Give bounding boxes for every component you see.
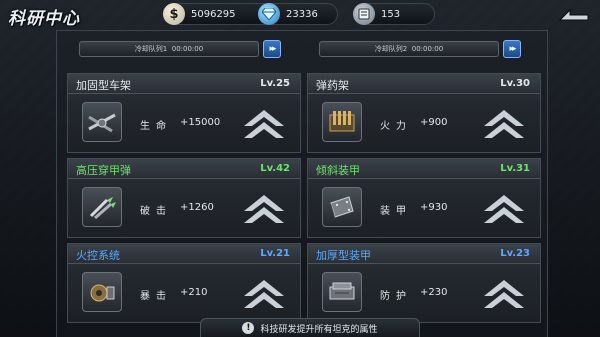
upgrade-chevrons-icon	[484, 110, 524, 138]
tech-card-header: 弹药架 Lv.30	[308, 74, 540, 94]
stat-value: +930	[420, 202, 448, 213]
cooldown-queue-1-speedup-button[interactable]: ▸▸	[263, 40, 281, 58]
diamond-counter[interactable]: 23336	[258, 3, 338, 25]
ap-shell-icon	[82, 187, 122, 227]
diamond-icon	[258, 3, 280, 25]
stat-value: +15000	[180, 117, 221, 128]
tech-name: 加固型车架	[76, 79, 131, 92]
tech-name: 加厚型装甲	[316, 249, 371, 262]
upgrade-button[interactable]	[480, 189, 528, 227]
info-tip-text: 科技研发提升所有坦克的属性	[260, 324, 378, 335]
upgrade-button[interactable]	[240, 104, 288, 142]
cooldown-queue-2-speedup-button[interactable]: ▸▸	[503, 40, 521, 58]
diamond-value: 23336	[286, 8, 318, 20]
tech-level: Lv.30	[500, 78, 530, 89]
stat-value: +210	[180, 287, 208, 298]
fast-forward-icon: ▸▸	[509, 44, 516, 54]
upgrade-chevrons-icon	[484, 280, 524, 308]
tech-card-header: 倾斜装甲 Lv.31	[308, 159, 540, 179]
page-title: 科研中心	[8, 9, 80, 29]
back-button[interactable]	[558, 6, 592, 26]
tech-book-icon	[353, 3, 375, 25]
cooldown-queue-2-label: 冷却队列2	[374, 45, 408, 53]
tech-card-ammo-rack[interactable]: 弹药架 Lv.30 火力 +900	[307, 73, 541, 153]
cooldown-queue-1-label: 冷却队列1	[134, 45, 168, 53]
tech-level: Lv.25	[260, 78, 290, 89]
tech-level: Lv.21	[260, 248, 290, 259]
stat-label: 生命	[140, 121, 172, 132]
cooldown-queue-2-bar: 冷却队列2 00:00:00	[319, 41, 499, 57]
upgrade-button[interactable]	[240, 189, 288, 227]
stat-label: 装甲	[380, 206, 412, 217]
upgrade-chevrons-icon	[484, 195, 524, 223]
tech-card-header: 加固型车架 Lv.25	[68, 74, 300, 94]
sloped-armor-icon	[322, 187, 362, 227]
stat-label: 火力	[380, 121, 412, 132]
upgrade-button[interactable]	[480, 104, 528, 142]
stat-label: 暴击	[140, 291, 172, 302]
tech-name: 倾斜装甲	[316, 164, 360, 177]
upgrade-chevrons-icon	[244, 280, 284, 308]
tech-card-header: 高压穿甲弹 Lv.42	[68, 159, 300, 179]
info-tip-bar: ! 科技研发提升所有坦克的属性	[200, 318, 420, 337]
stat-label: 破击	[140, 206, 172, 217]
fast-forward-icon: ▸▸	[269, 44, 276, 54]
cooldown-queue-1: 冷却队列1 00:00:00 ▸▸	[79, 39, 281, 59]
tech-card-header: 加厚型装甲 Lv.23	[308, 244, 540, 264]
tech-card-sloped-armor[interactable]: 倾斜装甲 Lv.31 装甲 +930	[307, 158, 541, 238]
tech-card-thick-armor[interactable]: 加厚型装甲 Lv.23 防护 +230	[307, 243, 541, 323]
cooldown-queue-1-time: 00:00:00	[171, 45, 204, 53]
cooldown-queue-2-time: 00:00:00	[411, 45, 444, 53]
tech-name: 弹药架	[316, 79, 349, 92]
tech-card-fire-control[interactable]: 火控系统 Lv.21 暴击 +210	[67, 243, 301, 323]
stat-value: +230	[420, 287, 448, 298]
tech-level: Lv.42	[260, 163, 290, 174]
tech-card-ap-shell[interactable]: 高压穿甲弹 Lv.42 破击 +1260	[67, 158, 301, 238]
tech-level: Lv.23	[500, 248, 530, 259]
back-arrow-icon	[558, 8, 589, 21]
upgrade-button[interactable]	[240, 274, 288, 312]
upgrade-chevrons-icon	[244, 195, 284, 223]
stat-value: +900	[420, 117, 448, 128]
thick-armor-icon	[322, 272, 362, 312]
research-panel: 冷却队列1 00:00:00 ▸▸ 冷却队列2 00:00:00 ▸▸ 加固型车…	[56, 30, 548, 337]
gold-coin-icon: $	[163, 3, 185, 25]
cooldown-queue-1-bar: 冷却队列1 00:00:00	[79, 41, 259, 57]
ammo-rack-icon	[322, 102, 362, 142]
cooldown-queue-2: 冷却队列2 00:00:00 ▸▸	[319, 39, 521, 59]
chassis-icon	[82, 102, 122, 142]
tech-book-value: 153	[381, 8, 401, 20]
tech-name: 火控系统	[76, 249, 120, 262]
fire-control-icon	[82, 272, 122, 312]
tech-name: 高压穿甲弹	[76, 164, 131, 177]
gold-value: 5096295	[191, 8, 236, 20]
tech-level: Lv.31	[500, 163, 530, 174]
stat-label: 防护	[380, 291, 412, 302]
tech-card-header: 火控系统 Lv.21	[68, 244, 300, 264]
warning-icon: !	[242, 322, 255, 334]
stat-value: +1260	[180, 202, 214, 213]
tech-card-reinforced-chassis[interactable]: 加固型车架 Lv.25 生命 +15000	[67, 73, 301, 153]
upgrade-button[interactable]	[480, 274, 528, 312]
top-bar: 科研中心 $ 5096295 23336 153	[0, 0, 600, 30]
upgrade-chevrons-icon	[244, 110, 284, 138]
tech-book-counter[interactable]: 153	[353, 3, 435, 25]
